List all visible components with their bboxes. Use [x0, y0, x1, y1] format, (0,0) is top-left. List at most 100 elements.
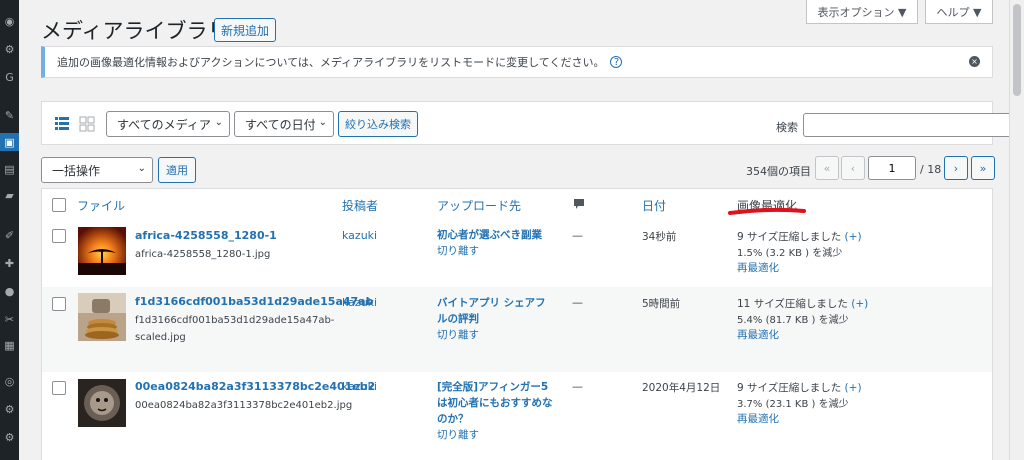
file-name: 00ea0824ba82a3f3113378bc2e401eb2.jpg: [135, 400, 353, 411]
comment-count: —: [572, 229, 583, 242]
reoptimize-link[interactable]: 再最適化: [737, 260, 779, 275]
chevron-down-icon: ⌄: [137, 163, 146, 174]
page-title: メディアライブラリ: [41, 19, 229, 43]
author-link[interactable]: kazuki: [342, 229, 377, 242]
apply-button[interactable]: 適用: [158, 157, 196, 183]
help-icon[interactable]: ?: [610, 56, 623, 68]
grid-view-icon[interactable]: [79, 116, 95, 132]
table-row: f1d3166cdf001ba53d1d29ade15a47ab f1d3166…: [42, 287, 992, 372]
optimize-savings: 3.7% (23.1 KB ) を減少: [737, 399, 849, 410]
settings-icon[interactable]: ▦: [0, 336, 19, 354]
thumbnail-lion[interactable]: [78, 379, 126, 427]
row-checkbox[interactable]: [52, 297, 66, 311]
pin-icon[interactable]: ✎: [0, 106, 19, 124]
date-select[interactable]: すべての日付 ⌄: [234, 111, 334, 137]
media-table: ファイル 投稿者 アップロード先 日付 画像最適化 africa-4258558…: [41, 188, 993, 460]
tools-icon[interactable]: ✂: [0, 310, 19, 328]
uploaded-to-link[interactable]: 初心者が選ぶべき副業: [437, 227, 555, 243]
optimize-sizes: 9 サイズ圧縮しました: [737, 382, 842, 394]
upload-date: 34秒前: [642, 231, 677, 243]
notice-text: 追加の画像最適化情報およびアクションについては、メディアライブラリをリストモード…: [57, 56, 605, 69]
dismiss-icon[interactable]: ×: [969, 56, 980, 67]
gear3-icon[interactable]: ⚙: [0, 428, 19, 446]
scrollbar[interactable]: [1009, 0, 1024, 460]
file-name: africa-4258558_1280-1.jpg: [135, 249, 271, 260]
current-page-input[interactable]: [868, 156, 916, 180]
comment-icon: [574, 199, 584, 209]
first-page-button: «: [815, 156, 839, 180]
detach-link[interactable]: 切り離す: [437, 427, 479, 442]
search-input[interactable]: [803, 113, 1024, 137]
file-title-link[interactable]: f1d3166cdf001ba53d1d29ade15a47ab: [135, 295, 373, 308]
last-page-button[interactable]: »: [971, 156, 995, 180]
prev-page-button: ‹: [841, 156, 865, 180]
optimize-sizes: 11 サイズ圧縮しました: [737, 298, 848, 310]
uploaded-to-link[interactable]: [完全版]アフィンガー5は初心者にもおすすめなのか？: [437, 379, 555, 427]
users-icon[interactable]: ●: [0, 282, 19, 300]
bulk-action-value: 一括操作: [52, 163, 101, 178]
plugins-icon[interactable]: ✚: [0, 254, 19, 272]
optimize-savings: 1.5% (3.2 KB ) を減少: [737, 248, 843, 259]
reoptimize-link[interactable]: 再最適化: [737, 327, 779, 342]
column-file[interactable]: ファイル: [77, 197, 125, 214]
detach-link[interactable]: 切り離す: [437, 243, 479, 258]
row-checkbox[interactable]: [52, 229, 66, 243]
media-type-value: すべてのメディア: [117, 117, 211, 132]
next-page-button[interactable]: ›: [944, 156, 968, 180]
g-icon[interactable]: G: [0, 68, 19, 86]
bulk-action-select[interactable]: 一括操作 ⌄: [41, 157, 153, 183]
comments-icon[interactable]: ▰: [0, 186, 19, 204]
circle-icon[interactable]: ◎: [0, 372, 19, 390]
gear-icon[interactable]: ⚙: [0, 40, 19, 58]
media-type-select[interactable]: すべてのメディア ⌄: [106, 111, 230, 137]
comment-count: —: [572, 296, 583, 309]
red-underline-annotation: [728, 207, 806, 215]
detach-link[interactable]: 切り離す: [437, 327, 479, 342]
add-new-button[interactable]: 新規追加: [214, 18, 277, 42]
column-date[interactable]: 日付: [642, 197, 666, 214]
search-label: 検索: [776, 121, 798, 134]
help-button[interactable]: ヘルプ ▼: [925, 0, 993, 24]
optimize-details-link[interactable]: (+): [851, 298, 868, 310]
file-name: f1d3166cdf001ba53d1d29ade15a47ab-scaled.…: [135, 315, 335, 343]
media-icon[interactable]: ▣: [0, 133, 19, 151]
appearance-icon[interactable]: ✐: [0, 226, 19, 244]
admin-sidebar: ◉ ⚙ G ✎ ▣ ▤ ▰ ✐ ✚ ● ✂ ▦ ◎ ⚙ ⚙: [0, 0, 19, 460]
chevron-down-icon: ⌄: [214, 117, 223, 128]
row-checkbox[interactable]: [52, 381, 66, 395]
pages-icon[interactable]: ▤: [0, 160, 19, 178]
thumbnail-africa[interactable]: [78, 227, 126, 275]
optimize-details-link[interactable]: (+): [845, 231, 862, 243]
author-link[interactable]: kazuki: [342, 380, 377, 393]
total-pages: / 18: [920, 163, 942, 176]
optimize-summary: 9 サイズ圧縮しました (+): [737, 380, 862, 395]
optimize-sizes: 9 サイズ圧縮しました: [737, 231, 842, 243]
column-uploaded-to[interactable]: アップロード先: [437, 197, 521, 214]
optimize-summary: 11 サイズ圧縮しました (+): [737, 296, 868, 311]
filter-bar: すべてのメディア ⌄ すべての日付 ⌄ 絞り込み検索 検索: [41, 101, 1024, 145]
info-notice: 追加の画像最適化情報およびアクションについては、メディアライブラリをリストモード…: [41, 46, 993, 78]
dashboard-icon[interactable]: ◉: [0, 12, 19, 30]
gear2-icon[interactable]: ⚙: [0, 400, 19, 418]
item-count: 354個の項目: [746, 165, 811, 178]
table-row: 00ea0824ba82a3f3113378bc2e401eb2 00ea082…: [42, 372, 992, 460]
column-author[interactable]: 投稿者: [342, 197, 378, 214]
thumbnail-coins[interactable]: [78, 293, 126, 341]
select-all-checkbox[interactable]: [52, 198, 66, 212]
screen-options-button[interactable]: 表示オプション ▼: [806, 0, 918, 24]
uploaded-to-link[interactable]: バイトアプリ シェアフルの評判: [437, 295, 555, 327]
optimize-savings: 5.4% (81.7 KB ) を減少: [737, 315, 849, 326]
filter-button[interactable]: 絞り込み検索: [338, 111, 418, 137]
optimize-summary: 9 サイズ圧縮しました (+): [737, 229, 862, 244]
chevron-down-icon: ⌄: [318, 117, 327, 128]
scrollbar-thumb[interactable]: [1013, 4, 1021, 96]
reoptimize-link[interactable]: 再最適化: [737, 411, 779, 426]
list-view-icon[interactable]: [54, 116, 70, 132]
upload-date: 5時間前: [642, 298, 681, 310]
file-title-link[interactable]: 00ea0824ba82a3f3113378bc2e401eb2: [135, 380, 375, 393]
author-link[interactable]: kazuki: [342, 296, 377, 309]
date-value: すべての日付: [245, 117, 316, 132]
table-header: ファイル 投稿者 アップロード先 日付 画像最適化: [42, 189, 992, 220]
optimize-details-link[interactable]: (+): [845, 382, 862, 394]
file-title-link[interactable]: africa-4258558_1280-1: [135, 229, 277, 242]
